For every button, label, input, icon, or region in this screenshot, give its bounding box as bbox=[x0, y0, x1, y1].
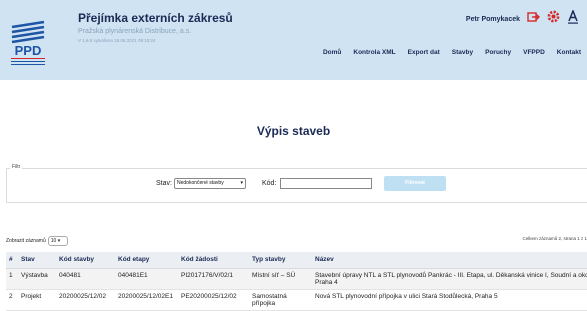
nav-home[interactable]: Domů bbox=[323, 49, 341, 56]
col-building-code[interactable]: Kód stavby bbox=[56, 252, 115, 269]
main-nav: Domů Kontrola XML Export dat Stavby Poru… bbox=[323, 49, 581, 56]
app-header: PPD Přejímka externích zákresů Pražská p… bbox=[0, 0, 587, 80]
user-name[interactable]: Petr Pomykacek bbox=[466, 16, 520, 23]
settings-icon[interactable] bbox=[546, 9, 561, 29]
chevron-down-icon: ▾ bbox=[57, 238, 61, 244]
app-title: Přejímka externích zákresů bbox=[78, 11, 233, 25]
cell-stage-code: 040481E1 bbox=[115, 268, 178, 290]
nav-xml-check[interactable]: Kontrola XML bbox=[353, 49, 395, 56]
cell-name: Nová STL plynovodní přípojka v ulici Sta… bbox=[312, 289, 587, 311]
col-building-type[interactable]: Typ stavby bbox=[249, 252, 312, 269]
nav-vfppd[interactable]: VFPPD bbox=[523, 49, 545, 56]
nav-buildings[interactable]: Stavby bbox=[452, 49, 473, 56]
col-state[interactable]: Stav bbox=[18, 252, 56, 269]
cell-stage-code: 20200025/12/02E1 bbox=[115, 289, 178, 311]
company-name: Pražská plynárenská Distribuce, a.s. bbox=[78, 28, 192, 35]
cell-index: 2 bbox=[6, 289, 18, 311]
status-filter-value: Nedokončené stavby bbox=[177, 180, 224, 186]
page-title: Výpis staveb bbox=[256, 124, 331, 138]
nav-export[interactable]: Export dat bbox=[408, 49, 440, 56]
status-filter-label: Stav: bbox=[156, 180, 172, 187]
cell-index: 1 bbox=[6, 268, 18, 290]
buildings-table: # Stav Kód stavby Kód etapy Kód žádosti … bbox=[6, 252, 587, 311]
cell-request-code: PI2017176/V/02/1 bbox=[178, 268, 249, 290]
cell-name: Stavební úpravy NTL a STL plynovodů Pank… bbox=[312, 268, 587, 290]
page-size-label: Zobrazit záznamů bbox=[6, 238, 46, 244]
table-row[interactable]: 2 Projekt 20200025/12/02 20200025/12/02E… bbox=[6, 289, 587, 311]
filter-legend: Filtr bbox=[10, 164, 23, 170]
cell-building-type: Místní síť – SÚ bbox=[249, 268, 312, 290]
page-size-select[interactable]: 10 ▾ bbox=[47, 236, 68, 246]
col-index[interactable]: # bbox=[6, 252, 18, 269]
table-row[interactable]: 1 Výstavba 040481 040481E1 PI2017176/V/0… bbox=[6, 268, 587, 290]
cell-building-code: 040481 bbox=[56, 268, 115, 290]
accessibility-icon[interactable] bbox=[567, 8, 579, 29]
nav-contact[interactable]: Kontakt bbox=[557, 49, 581, 56]
company-logo[interactable]: PPD bbox=[6, 18, 50, 68]
cell-state: Výstavba bbox=[18, 268, 56, 290]
status-filter-select[interactable]: Nedokončené stavby ▾ bbox=[174, 178, 246, 189]
cell-building-code: 20200025/12/02 bbox=[56, 289, 115, 311]
ppd-logo-graphic: PPD bbox=[11, 20, 45, 65]
logout-icon[interactable] bbox=[526, 10, 540, 29]
col-stage-code[interactable]: Kód etapy bbox=[115, 252, 178, 269]
col-request-code[interactable]: Kód žádosti bbox=[178, 252, 249, 269]
col-name[interactable]: Název bbox=[312, 252, 587, 269]
code-filter-input[interactable] bbox=[280, 178, 372, 189]
table-header-row: # Stav Kód stavby Kód etapy Kód žádosti … bbox=[6, 252, 587, 269]
cell-request-code: PE20200025/12/02 bbox=[178, 289, 249, 311]
nav-failures[interactable]: Poruchy bbox=[485, 49, 511, 56]
cell-state: Projekt bbox=[18, 289, 56, 311]
records-info: Celkem záznamů 2, strana 1 z 1 bbox=[522, 236, 587, 241]
cell-building-type: Samostatná přípojka bbox=[249, 289, 312, 311]
filter-button[interactable]: Filtrovat bbox=[384, 176, 446, 191]
chevron-down-icon: ▾ bbox=[240, 180, 243, 186]
version-info: V 1.6.5 vytvořeno 15.08.2021 09:10:24 bbox=[78, 38, 156, 43]
page-size-control: Zobrazit záznamů 10 ▾ bbox=[6, 236, 68, 246]
code-filter-label: Kód: bbox=[262, 180, 277, 187]
logo-text: PPD bbox=[15, 43, 42, 58]
page-size-value: 10 bbox=[50, 238, 57, 244]
